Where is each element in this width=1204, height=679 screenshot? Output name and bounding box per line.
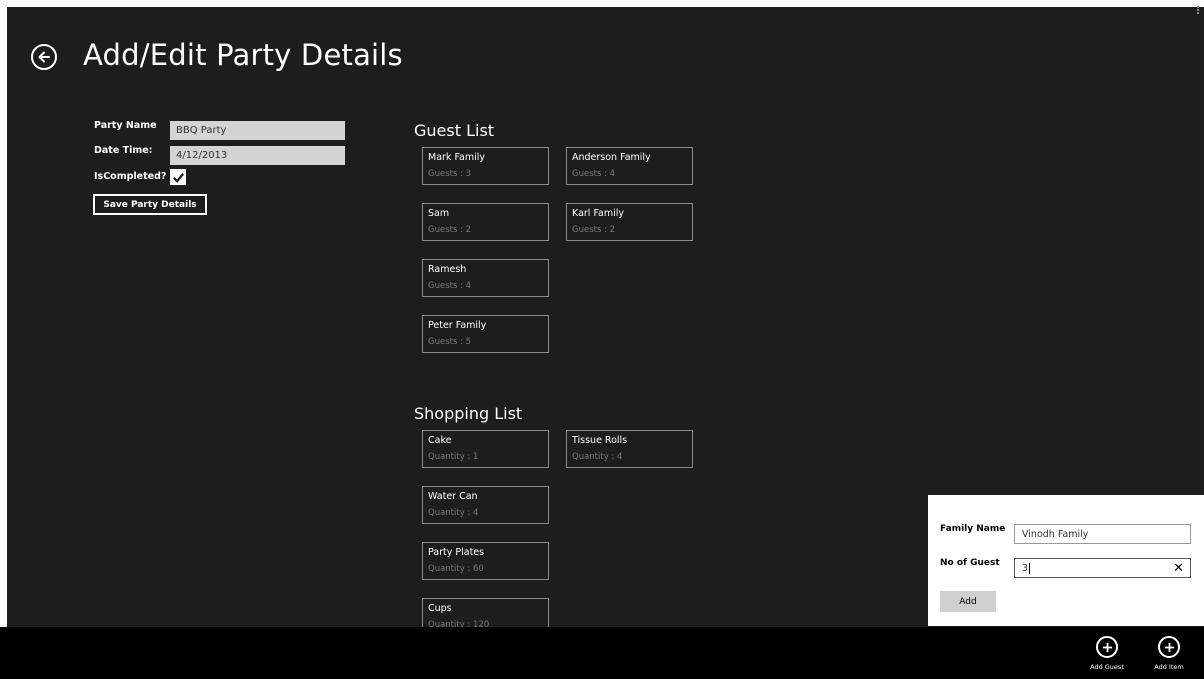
- guest-tile[interactable]: Anderson Family Guests : 4: [566, 147, 693, 185]
- family-name-label: Family Name: [940, 524, 1006, 534]
- guest-list-title: Guest List: [414, 121, 495, 140]
- shopping-tile[interactable]: Cake Quantity : 1: [422, 430, 549, 468]
- shopping-tile[interactable]: Party Plates Quantity : 60: [422, 542, 549, 580]
- add-button[interactable]: Add: [940, 591, 996, 612]
- checkmark-icon: [172, 172, 184, 183]
- window-top-border: [0, 0, 1204, 7]
- date-time-input[interactable]: 4/12/2013: [170, 146, 345, 165]
- text-cursor: [1029, 562, 1031, 574]
- guest-tile[interactable]: Peter Family Guests : 5: [422, 315, 549, 353]
- add-guest-flyout: Family Name Vinodh Family No of Guest 3 …: [928, 495, 1204, 626]
- guest-name: Sam: [428, 208, 450, 219]
- guest-count: Guests : 2: [572, 225, 616, 235]
- family-name-input[interactable]: Vinodh Family: [1014, 524, 1191, 544]
- item-name: Cake: [428, 435, 452, 446]
- item-quantity: Quantity : 1: [428, 452, 479, 462]
- guest-tile[interactable]: Karl Family Guests : 2: [566, 203, 693, 241]
- guest-count: Guests : 5: [428, 337, 472, 347]
- shopping-tile[interactable]: Tissue Rolls Quantity : 4: [566, 430, 693, 468]
- guest-tile[interactable]: Mark Family Guests : 3: [422, 147, 549, 185]
- guest-count: Guests : 2: [428, 225, 472, 235]
- shopping-tile[interactable]: Water Can Quantity : 4: [422, 486, 549, 524]
- guest-name: Karl Family: [572, 208, 625, 219]
- back-button[interactable]: [31, 44, 57, 70]
- guest-tile[interactable]: Ramesh Guests : 4: [422, 259, 549, 297]
- guest-name: Mark Family: [428, 152, 486, 163]
- window-grip-icon: [1197, 6, 1201, 16]
- guest-name: Peter Family: [428, 320, 487, 331]
- no-of-guest-label: No of Guest: [940, 558, 1000, 568]
- window-left-border: [0, 0, 7, 679]
- page-title: Add/Edit Party Details: [83, 38, 403, 72]
- add-item-label: Add Item: [1154, 663, 1184, 671]
- party-name-label: Party Name: [94, 120, 157, 131]
- is-completed-checkbox[interactable]: [170, 169, 186, 185]
- item-quantity: Quantity : 60: [428, 564, 484, 574]
- is-completed-label: IsCompleted?: [94, 171, 167, 182]
- item-quantity: Quantity : 4: [428, 508, 479, 518]
- guest-count: Guests : 4: [572, 169, 616, 179]
- guest-tile[interactable]: Sam Guests : 2: [422, 203, 549, 241]
- back-arrow-icon: [38, 51, 50, 63]
- shopping-list-title: Shopping List: [414, 404, 523, 423]
- no-of-guest-input[interactable]: 3 ✕: [1014, 558, 1191, 578]
- date-time-label: Date Time:: [94, 145, 153, 156]
- add-guest-button[interactable]: Add Guest: [1083, 627, 1131, 679]
- item-name: Water Can: [428, 491, 478, 502]
- add-circle-icon: [1096, 636, 1118, 658]
- no-of-guest-value: 3: [1022, 562, 1029, 574]
- guest-name: Ramesh: [428, 264, 467, 275]
- save-party-details-button[interactable]: Save Party Details: [93, 194, 207, 215]
- item-name: Party Plates: [428, 547, 485, 558]
- item-name: Cups: [428, 603, 452, 614]
- item-name: Tissue Rolls: [572, 435, 628, 446]
- guest-count: Guests : 4: [428, 281, 472, 291]
- add-item-button[interactable]: Add Item: [1145, 627, 1193, 679]
- guest-count: Guests : 3: [428, 169, 472, 179]
- bottom-app-bar: Add Guest Add Item: [0, 627, 1204, 679]
- add-circle-icon: [1158, 636, 1180, 658]
- add-guest-label: Add Guest: [1090, 663, 1124, 671]
- party-name-input[interactable]: BBQ Party: [170, 121, 345, 140]
- guest-name: Anderson Family: [572, 152, 651, 163]
- clear-icon[interactable]: ✕: [1173, 559, 1184, 579]
- item-quantity: Quantity : 4: [572, 452, 623, 462]
